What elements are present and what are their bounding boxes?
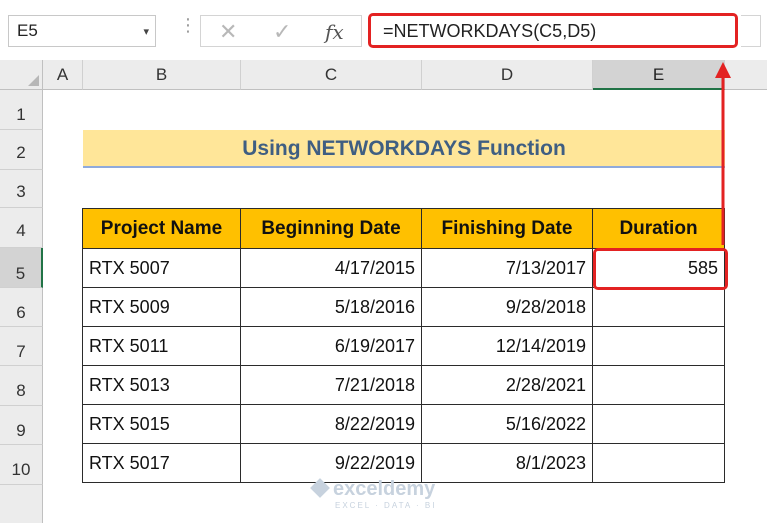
arrow-head [715,62,731,78]
annotation-arrow [715,62,731,245]
watermark: exceldemy EXCEL · DATA · BI [310,478,437,510]
watermark-brand: exceldemy [333,478,436,500]
exceldemy-logo-icon [310,478,330,498]
watermark-tagline: EXCEL · DATA · BI [335,501,437,510]
